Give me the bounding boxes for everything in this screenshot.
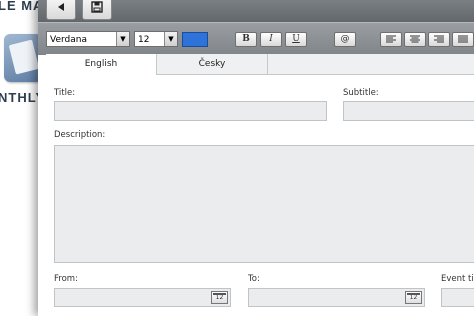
from-label: From: xyxy=(54,274,78,284)
align-right-icon xyxy=(434,35,444,43)
font-size-value: 12 xyxy=(138,35,150,45)
insert-link-button[interactable]: @ xyxy=(334,32,356,47)
subtitle-label: Subtitle: xyxy=(343,88,379,98)
formatting-toolbar: Verdana ▼ 12 ▼ B I U @ xyxy=(38,22,474,55)
align-center-icon xyxy=(410,35,420,43)
align-justify-icon xyxy=(458,35,468,43)
language-tabs: English Česky xyxy=(46,54,474,75)
floppy-disk-icon xyxy=(91,1,103,13)
text-color-picker[interactable] xyxy=(182,32,208,47)
from-date-field[interactable]: 12 xyxy=(54,288,231,307)
to-date-field[interactable]: 12 xyxy=(248,288,425,307)
from-calendar-button[interactable]: 12 xyxy=(211,291,228,304)
italic-button[interactable]: I xyxy=(260,32,282,47)
title-label: Title: xyxy=(54,88,76,98)
description-field[interactable] xyxy=(54,145,474,263)
tab-cesky[interactable]: Česky xyxy=(157,54,268,74)
document-app-icon xyxy=(4,34,42,82)
align-left-button[interactable] xyxy=(380,32,402,47)
chevron-down-icon: ▼ xyxy=(164,32,177,46)
chevron-down-icon: ▼ xyxy=(116,32,129,46)
back-arrow-icon xyxy=(58,3,64,11)
event-time-label: Event tim xyxy=(441,274,474,284)
save-button[interactable] xyxy=(82,0,112,20)
to-calendar-button[interactable]: 12 xyxy=(405,291,422,304)
to-label: To: xyxy=(248,274,260,284)
event-time-field[interactable] xyxy=(441,288,474,307)
font-size-select[interactable]: 12 ▼ xyxy=(134,31,178,47)
calendar-icon: 12 xyxy=(409,294,418,301)
subtitle-field[interactable] xyxy=(343,101,474,121)
dialog-titlebar xyxy=(38,0,474,22)
align-center-button[interactable] xyxy=(404,32,426,47)
align-right-button[interactable] xyxy=(428,32,450,47)
font-family-select[interactable]: Verdana ▼ xyxy=(46,31,130,47)
edit-event-dialog: Verdana ▼ 12 ▼ B I U @ English Česky Tit… xyxy=(38,0,474,316)
back-button[interactable] xyxy=(46,0,76,20)
tab-english[interactable]: English xyxy=(46,54,157,75)
align-justify-button[interactable] xyxy=(452,32,474,47)
description-label: Description: xyxy=(54,130,106,140)
font-family-value: Verdana xyxy=(50,35,87,45)
align-left-icon xyxy=(386,35,396,43)
calendar-icon: 12 xyxy=(215,294,224,301)
underline-button[interactable]: U xyxy=(285,32,307,47)
title-field[interactable] xyxy=(54,101,327,121)
bold-button[interactable]: B xyxy=(235,32,257,47)
